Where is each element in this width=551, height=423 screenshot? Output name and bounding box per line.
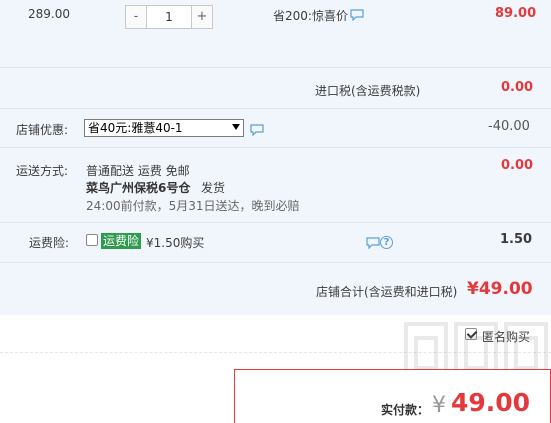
payment-label: 实付款： [381,403,430,417]
quantity-input[interactable] [146,6,192,28]
quantity-increase-button[interactable]: + [192,6,212,28]
dropdown-arrow-icon [232,124,240,130]
saving-note: 省200:惊喜价 [273,9,348,23]
shop-total-label: 店铺合计(含运费和进口税) [316,285,458,299]
chat-icon[interactable] [366,237,380,249]
shipping-ship-text: 发货 [201,181,226,195]
shop-total-amount: ¥49.00 [467,279,533,299]
insurance-amount: 1.50 [500,232,533,247]
shipping-method: 普通配送 运费 免邮 [86,164,190,178]
shop-discount-selected: 省40元:雅薏40-1 [88,121,183,135]
insurance-price-text: ¥1.50购买 [146,236,205,250]
divider [0,108,551,109]
chat-icon[interactable] [350,9,364,21]
shop-discount-select[interactable]: 省40元:雅薏40-1 [84,119,244,137]
quantity-decrease-button[interactable]: - [126,6,146,28]
quantity-stepper[interactable]: - + [125,5,213,29]
shipping-promise: 24:00前付款，5月31日送达，晚到必赔 [86,199,300,213]
insurance-label: 运费险: [29,236,70,250]
divider [0,222,551,223]
payment-amount: 49.00 [451,388,531,417]
import-tax-label: 进口税(含运费税款) [315,84,421,98]
import-tax-amount: 0.00 [501,80,534,95]
divider [0,67,551,68]
divider [0,147,551,148]
item-amount: 89.00 [495,6,537,21]
shop-discount-amount: -40.00 [488,119,530,134]
payment-currency: ¥ [432,393,446,418]
order-panel [0,0,551,315]
shipping-warehouse: 菜鸟广州保税6号仓 [86,181,191,195]
divider [0,262,551,263]
shop-discount-label: 店铺优惠: [16,123,69,137]
help-icon[interactable]: ? [380,236,393,249]
insurance-badge: 运费险 [101,233,142,249]
item-price: 289.00 [28,7,70,21]
insurance-checkbox[interactable] [86,234,98,246]
shipping-label: 运送方式: [16,164,69,178]
chat-icon[interactable] [250,124,264,136]
shipping-amount: 0.00 [501,158,534,173]
